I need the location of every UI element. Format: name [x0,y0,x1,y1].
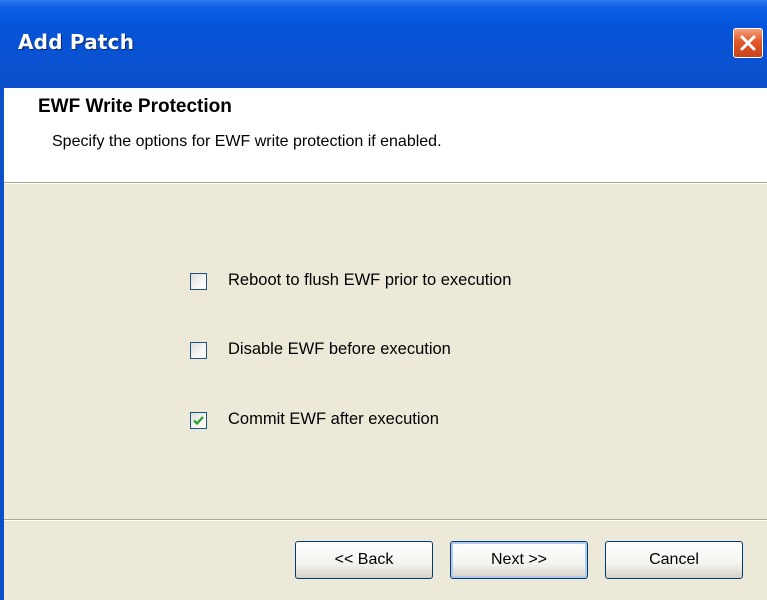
window-title: Add Patch [18,30,135,54]
reboot-flush-checkbox[interactable] [190,273,207,290]
reboot-flush-label: Reboot to flush EWF prior to execution [228,271,512,289]
title-bar[interactable]: Add Patch [0,0,767,88]
commit-ewf-checkbox[interactable] [190,412,207,429]
disable-ewf-checkbox[interactable] [190,342,207,359]
page-subtitle: Specify the options for EWF write protec… [52,133,442,150]
next-button[interactable]: Next >> [450,541,588,579]
wizard-header: EWF Write Protection Specify the options… [4,88,767,182]
back-button[interactable]: << Back [295,541,433,579]
cancel-button[interactable]: Cancel [605,541,743,579]
header-divider-highlight [4,183,767,184]
footer-divider-highlight [4,520,767,521]
checkmark-icon [193,416,204,426]
page-title: EWF Write Protection [38,96,232,117]
add-patch-dialog: Add Patch EWF Write Protection Specify t… [0,0,767,600]
close-icon [740,35,756,51]
commit-ewf-label: Commit EWF after execution [228,410,439,428]
close-button[interactable] [733,28,763,58]
disable-ewf-label: Disable EWF before execution [228,340,451,358]
